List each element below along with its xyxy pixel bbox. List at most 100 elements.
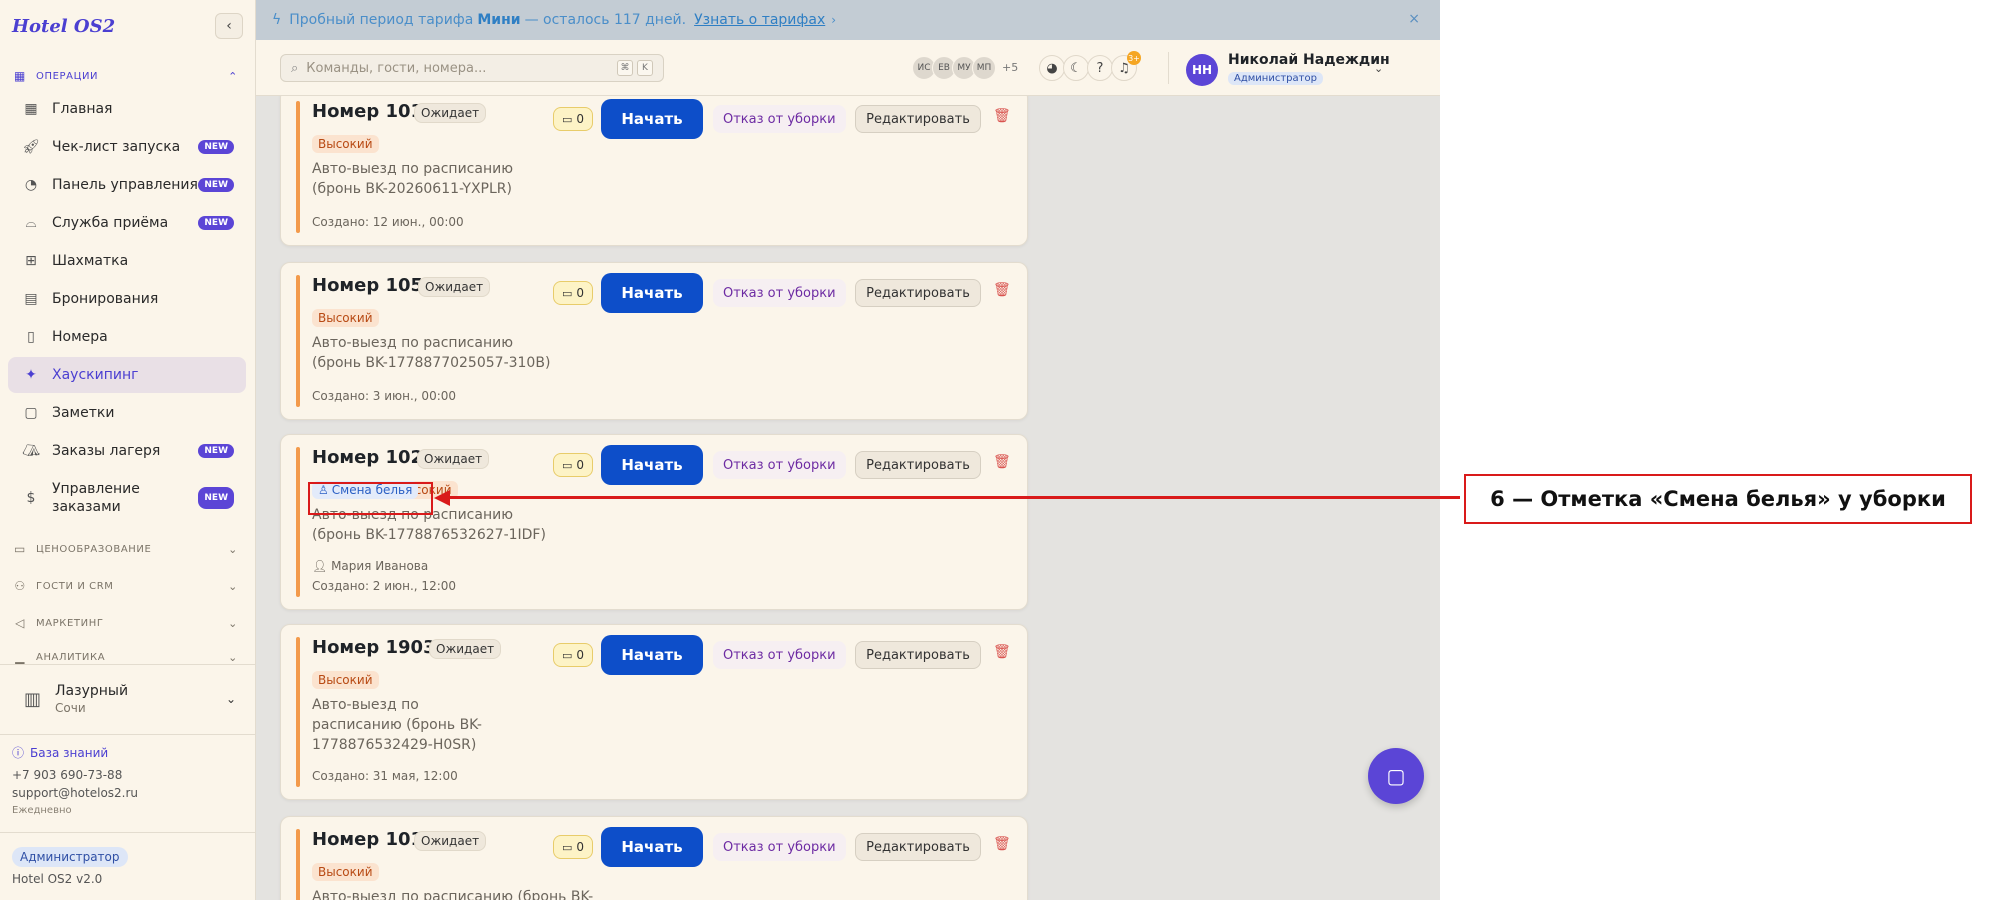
kbd-cmd: ⌘ [617,60,633,76]
comments-button[interactable]: ▭ 0 [553,281,593,305]
chevron-down-icon[interactable]: ⌄ [1374,62,1383,75]
building-icon: ▥ [24,688,42,710]
trash-icon[interactable]: 🗑︎ [993,108,1011,124]
sidebar-item-bookings[interactable]: ▤ Бронирования [8,281,246,317]
priority-badge: Высокий [312,671,379,689]
status-badge: Ожидает [418,277,491,297]
start-button[interactable]: Начать [601,635,703,675]
refuse-cleaning-button[interactable]: Отказ от уборки [713,451,846,479]
room-title: Номер 102 [312,447,424,468]
created-date: Создано: 2 июн., 12:00 [312,579,457,593]
annotation-label: 6 — Отметка «Смена белья» у уборки [1464,474,1972,524]
gauge-icon: ◔ [24,177,38,193]
status-badge: Ожидает [417,449,490,469]
chart-icon: ▁ [15,650,25,664]
chat-button[interactable]: ▢ [1368,748,1424,804]
support-email[interactable]: support@hotelos2.ru [12,786,138,800]
online-users[interactable]: ИС ЕВ МУ МП +5 [912,56,1018,80]
collapse-sidebar-button[interactable]: ‹ [215,13,243,39]
edit-button[interactable]: Редактировать [855,833,981,861]
section-marketing[interactable]: ◁ МАРКЕТИНГ ⌄ [12,613,244,633]
divider [0,832,256,833]
avatars-more: +5 [1002,61,1019,74]
task-card[interactable]: Номер 105 Ожидает Высокий Авто-выезд по … [280,262,1028,420]
avatar: МП [972,56,996,80]
role-badge: Администратор [12,847,128,867]
edit-button[interactable]: Редактировать [855,451,981,479]
comments-button[interactable]: ▭ 0 [553,107,593,131]
sidebar-item-control-panel[interactable]: ◔ Панель управления NEW [8,167,246,203]
refuse-cleaning-button[interactable]: Отказ от уборки [713,105,846,133]
created-date: Создано: 12 июн., 00:00 [312,215,464,229]
theme-palette-button[interactable]: ◕ [1039,55,1065,81]
edit-button[interactable]: Редактировать [855,105,981,133]
app-logo[interactable]: Hotel OS2 [12,16,115,37]
start-button[interactable]: Начать [601,445,703,485]
task-card[interactable]: Номер 1903 Ожидает Высокий Авто-выезд по… [280,624,1028,800]
trash-icon[interactable]: 🗑︎ [993,454,1011,470]
start-button[interactable]: Начать [601,827,703,867]
users-icon: ⚇ [14,579,26,593]
dark-mode-button[interactable]: ☾ [1063,55,1089,81]
trash-icon[interactable]: 🗑︎ [993,282,1011,298]
comment-icon: ▭ [561,286,573,300]
support-phone[interactable]: +7 903 690-73-88 [12,768,122,782]
help-icon: ? [1096,60,1104,76]
start-button[interactable]: Начать [601,273,703,313]
notifications-button[interactable]: ♫ 3+ [1111,51,1141,81]
new-badge: NEW [198,140,234,154]
sidebar-item-camp-orders[interactable]: ⛺︎ Заказы лагеря NEW [8,433,246,469]
comments-button[interactable]: ▭ 0 [553,643,593,667]
edit-button[interactable]: Редактировать [855,641,981,669]
start-button[interactable]: Начать [601,99,703,139]
comment-icon: ▭ [561,112,573,126]
user-avatar[interactable]: НН [1186,54,1218,86]
command-search-input[interactable]: ⌕ Команды, гости, номера... ⌘ K [280,54,664,82]
user-name[interactable]: Николай Надеждин [1228,52,1390,68]
trash-icon[interactable]: 🗑︎ [993,644,1011,660]
refuse-cleaning-button[interactable]: Отказ от уборки [713,279,846,307]
trash-icon[interactable]: 🗑︎ [993,836,1011,852]
chevron-up-icon: ⌃ [228,69,238,83]
sidebar-item-home[interactable]: ▦ Главная [8,91,246,127]
sidebar-item-order-management[interactable]: $ Управление заказами NEW [8,474,246,522]
priority-accent [296,447,300,597]
section-analytics[interactable]: ▁ АНАЛИТИКА ⌄ [12,650,244,664]
rocket-icon: 🚀︎ [22,139,40,155]
sidebar-item-front-desk[interactable]: ⌓ Служба приёма NEW [8,205,246,241]
task-card[interactable]: Номер 101 Ожидает Высокий Авто-выезд по … [280,96,1028,246]
refuse-cleaning-button[interactable]: Отказ от уборки [713,833,846,861]
sidebar: Hotel OS2 ‹ ▦ ОПЕРАЦИИ ⌃ ▦ Главная 🚀︎ Че… [0,0,256,900]
section-guests-crm[interactable]: ⚇ ГОСТИ И CRM ⌄ [12,576,244,596]
hotel-name: Лазурный [55,683,129,699]
pricing-link[interactable]: Узнать о тарифах [694,12,825,28]
comments-button[interactable]: ▭ 0 [553,453,593,477]
task-card[interactable]: Номер 101 Ожидает Высокий Авто-выезд по … [280,816,1028,900]
hotel-switcher[interactable]: ▥ Лазурный Сочи ⌄ [12,672,244,726]
user-role-badge: Администратор [1228,72,1323,85]
task-description: Авто-выезд по расписанию (бронь BK-17788… [312,335,551,371]
close-banner-button[interactable]: × [1408,11,1420,27]
sidebar-item-notes[interactable]: ▢ Заметки [8,395,246,431]
chevron-down-icon: ⌄ [228,542,238,556]
section-operations[interactable]: ▦ ОПЕРАЦИИ ⌃ [12,66,244,86]
help-button[interactable]: ? [1087,55,1113,81]
comment-icon: ▭ [561,648,573,662]
annotation-highlight-box [308,482,433,515]
edit-button[interactable]: Редактировать [855,279,981,307]
knowledge-base-link[interactable]: ⓘ База знаний [12,744,108,761]
task-card[interactable]: Номер 102 Ожидает Высокий ♙ Смена белья А… [280,434,1028,610]
moon-icon: ☾ [1070,60,1082,76]
priority-accent [296,829,300,900]
room-title: Номер 105 [312,275,424,296]
sidebar-item-launch-checklist[interactable]: 🚀︎ Чек-лист запуска NEW [8,129,246,165]
sparkle-icon: ✦ [25,367,37,383]
sidebar-item-housekeeping[interactable]: ✦ Хаускипинг [8,357,246,393]
section-pricing[interactable]: ▭ ЦЕНООБРАЗОВАНИЕ ⌄ [12,539,244,559]
created-date: Создано: 31 мая, 12:00 [312,769,458,783]
door-icon: ▯ [27,329,35,345]
comments-button[interactable]: ▭ 0 [553,835,593,859]
sidebar-item-chessboard[interactable]: ⊞ Шахматка [8,243,246,279]
sidebar-item-rooms[interactable]: ▯ Номера [8,319,246,355]
refuse-cleaning-button[interactable]: Отказ от уборки [713,641,846,669]
